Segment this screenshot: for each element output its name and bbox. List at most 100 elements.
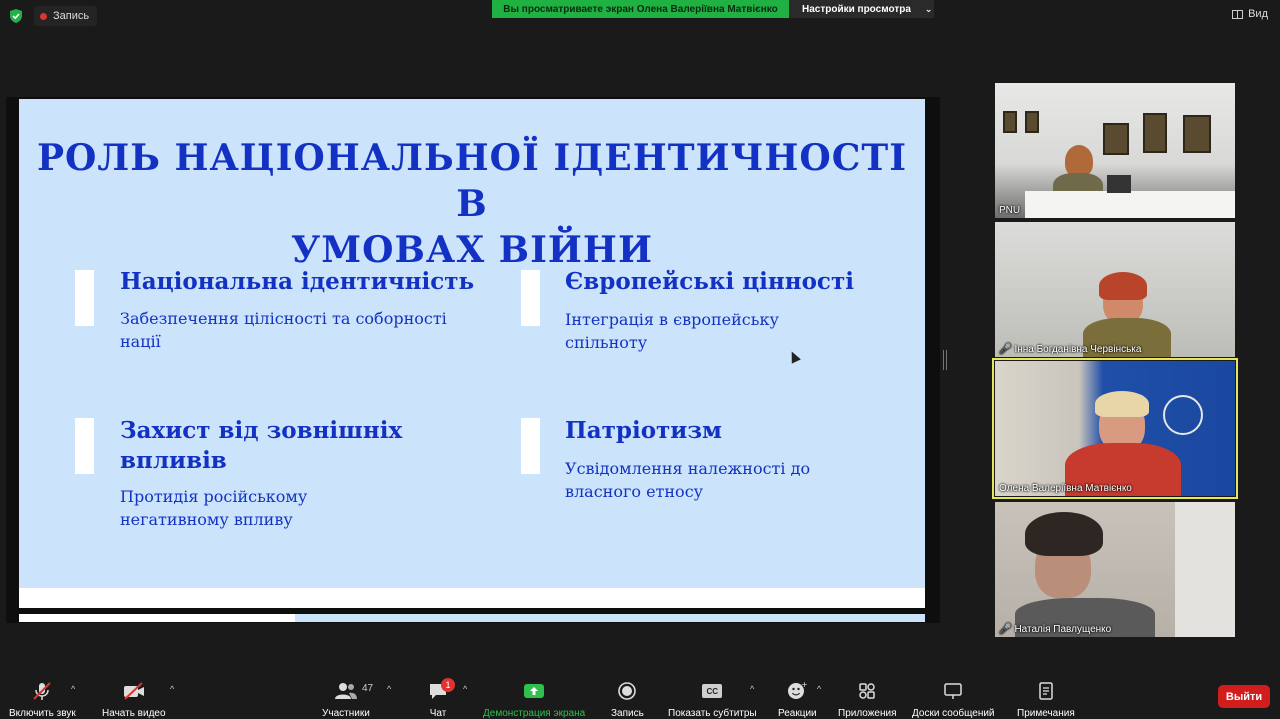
recording-label: Запись — [53, 10, 90, 22]
desc-line: нації — [120, 332, 161, 351]
wall-painting — [1103, 123, 1129, 155]
participant-hair — [1099, 272, 1147, 300]
leave-meeting-button[interactable]: Выйти — [1218, 685, 1270, 708]
reactions-button[interactable]: + Реакции — [778, 680, 817, 719]
apps-button[interactable]: Приложения — [838, 680, 897, 719]
panel-resize-handle[interactable] — [943, 350, 947, 370]
desc-line: власного етносу — [565, 482, 704, 501]
participant-name: PNU — [999, 205, 1020, 216]
slide-title: РОЛЬ НАЦІОНАЛЬНОЇ ІДЕНТИЧНОСТІ В УМОВАХ … — [19, 135, 925, 273]
laptop — [1107, 175, 1131, 193]
desc-line: Протидія російському — [120, 487, 308, 506]
chat-label: Чат — [429, 708, 447, 719]
notes-icon — [1038, 680, 1054, 702]
chat-options-chevron-icon[interactable]: ^ — [463, 684, 467, 694]
slide-title-line-1: РОЛЬ НАЦІОНАЛЬНОЇ ІДЕНТИЧНОСТІ В — [36, 137, 908, 225]
whiteboard-icon — [943, 680, 963, 702]
background-logo — [1163, 395, 1203, 435]
reactions-smiley-icon: + — [787, 680, 807, 702]
chat-unread-badge: 1 — [441, 678, 455, 692]
view-settings-label: Настройки просмотра — [802, 3, 911, 15]
view-button[interactable]: Вид — [1232, 8, 1268, 20]
desc-line: спільноту — [565, 333, 648, 352]
record-button[interactable]: Запись — [611, 680, 644, 719]
start-video-button[interactable]: Начать видео — [102, 680, 166, 719]
closed-captions-icon: CC — [702, 680, 723, 702]
whiteboards-button[interactable]: Доски сообщений — [912, 680, 995, 719]
video-off-icon — [122, 680, 146, 702]
participant-name-text: PNU — [999, 205, 1021, 216]
item-accent-bar — [75, 270, 94, 326]
item-desc-national-identity: Забезпечення цілісності та соборності на… — [120, 307, 447, 353]
view-settings-dropdown[interactable]: Настройки просмотра ⌄ — [789, 0, 934, 18]
record-dot-icon — [40, 12, 47, 20]
participant-video-tile[interactable]: 🎤 Наталія Павлущенко — [995, 502, 1235, 637]
window-light — [1175, 502, 1235, 637]
start-video-label: Начать видео — [102, 708, 166, 719]
participants-options-chevron-icon[interactable]: ^ — [387, 684, 391, 694]
participant-name-text: Інна Богданівна Червінська — [1014, 344, 1142, 355]
item-desc-european-values: Інтеграція в європейську спільноту — [565, 308, 779, 354]
apps-icon — [858, 680, 876, 702]
chevron-down-icon: ⌄ — [924, 3, 933, 14]
mic-muted-icon: 🎤 — [999, 624, 1012, 635]
title-line: впливів — [120, 447, 227, 474]
cc-text: CC — [702, 684, 723, 698]
screen-share-banner: Вы просматриваете экран Олена Валеріївна… — [492, 0, 789, 18]
slide-footer-strip — [19, 588, 925, 608]
recording-indicator[interactable]: Запись — [34, 6, 98, 26]
participant-video-tile[interactable]: 🎤 Інна Богданівна Червінська — [995, 222, 1235, 357]
participant-name: 🎤 Наталія Павлущенко — [999, 624, 1111, 635]
unmute-button[interactable]: Включить звук — [9, 680, 76, 719]
captions-options-chevron-icon[interactable]: ^ — [750, 684, 754, 694]
item-title-european-values: Європейські цінності — [565, 268, 854, 295]
share-screen-button[interactable]: Демонстрация экрана — [483, 680, 585, 719]
wall-painting — [1143, 113, 1167, 153]
reactions-label: Реакции — [778, 708, 817, 719]
item-title-patriotism: Патріотизм — [565, 417, 723, 444]
wall-painting — [1003, 111, 1017, 133]
mic-muted-icon — [31, 680, 53, 702]
participant-name: Олена Валеріївна Матвієнко — [999, 483, 1132, 494]
item-accent-bar — [521, 418, 540, 474]
record-label: Запись — [611, 708, 644, 719]
item-accent-bar — [521, 270, 540, 326]
record-icon — [617, 680, 637, 702]
item-desc-protection: Протидія російському негативному впливу — [120, 485, 307, 531]
desc-line: негативному впливу — [120, 510, 293, 529]
participant-hair — [1095, 391, 1149, 417]
table — [1025, 191, 1235, 218]
mic-muted-icon: 🎤 — [999, 344, 1012, 355]
item-title-national-identity: Національна ідентичність — [120, 268, 475, 295]
slide-progress-strip — [19, 614, 925, 622]
participant-name: 🎤 Інна Богданівна Червінська — [999, 344, 1141, 355]
notes-label: Примечания — [1017, 708, 1075, 719]
item-accent-bar — [75, 418, 94, 474]
captions-label: Показать субтитры — [668, 708, 757, 719]
desc-line: Усвідомлення належності до — [565, 459, 811, 478]
desc-line: Забезпечення цілісності та соборності — [120, 309, 447, 328]
participant-video-tile-active-speaker[interactable]: Олена Валеріївна Матвієнко — [992, 358, 1238, 499]
audio-options-chevron-icon[interactable]: ^ — [71, 684, 75, 694]
participant-name-text: Наталія Павлущенко — [1014, 624, 1112, 635]
view-label: Вид — [1248, 8, 1268, 20]
wall-painting — [1025, 111, 1039, 133]
whiteboards-label: Доски сообщений — [912, 708, 995, 719]
presentation-slide: РОЛЬ НАЦІОНАЛЬНОЇ ІДЕНТИЧНОСТІ В УМОВАХ … — [19, 99, 925, 588]
participants-icon — [334, 680, 357, 702]
unmute-label: Включить звук — [9, 708, 76, 719]
share-screen-icon — [523, 680, 545, 702]
wall-painting — [1183, 115, 1211, 153]
item-title-protection: Захист від зовнішніх впливів — [120, 416, 402, 476]
item-desc-patriotism: Усвідомлення належності до власного етно… — [565, 457, 810, 503]
svg-text:+: + — [801, 681, 807, 689]
show-captions-button[interactable]: CC Показать субтитры — [668, 680, 757, 719]
participants-label: Участники — [322, 708, 370, 719]
title-line: Захист від зовнішніх — [120, 417, 403, 444]
meeting-toolbar: Включить звук ^ Начать видео ^ Участники… — [0, 672, 1280, 719]
participant-video-tile[interactable]: PNU — [995, 83, 1235, 218]
video-options-chevron-icon[interactable]: ^ — [170, 684, 174, 694]
reactions-options-chevron-icon[interactable]: ^ — [817, 684, 821, 694]
notes-button[interactable]: Примечания — [1017, 680, 1075, 719]
security-shield-icon[interactable] — [9, 9, 23, 23]
